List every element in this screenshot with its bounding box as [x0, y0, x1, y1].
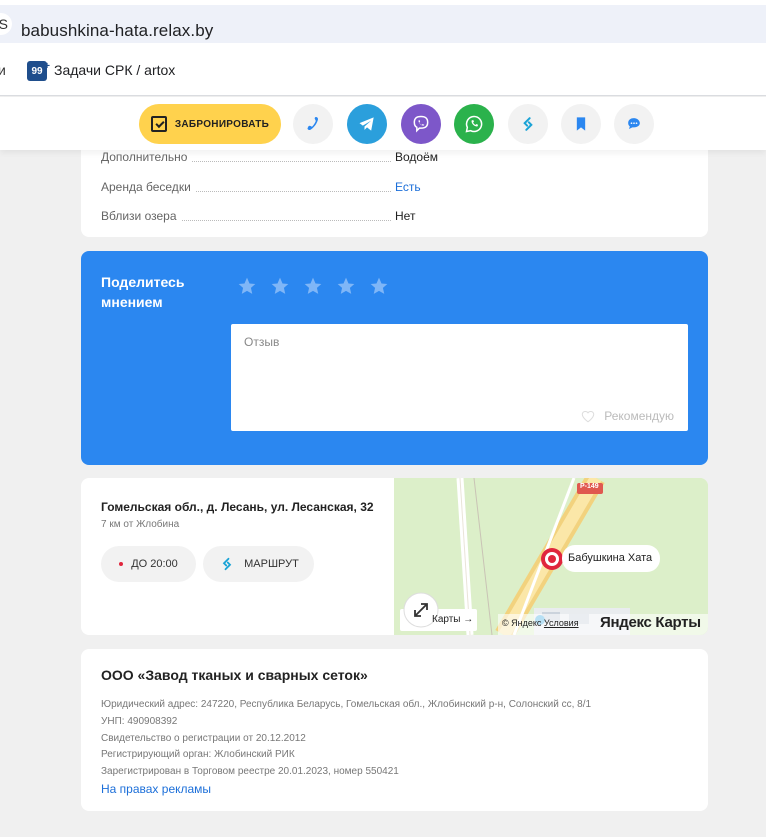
chat-icon [628, 118, 640, 129]
company-name: ООО «Завод тканых и сварных сеток» [101, 667, 368, 683]
location-card: Гомельская обл., д. Лесань, ул. Лесанска… [81, 478, 708, 635]
yandex-maps-logo: Яндекс Карты [600, 614, 701, 631]
route-button[interactable]: МАРШРУТ [203, 546, 314, 582]
opening-hours-text: ДО 20:00 [131, 558, 178, 570]
route-icon [222, 557, 232, 571]
phone-button[interactable] [293, 104, 333, 144]
detail-value-link[interactable]: Есть [395, 180, 421, 194]
url-field[interactable]: S babushkina-hata.relax.by [0, 5, 766, 43]
action-bar: ЗАБРОНИРОВАТЬ [0, 97, 766, 150]
book-button[interactable]: ЗАБРОНИРОВАТЬ [139, 104, 281, 144]
chat-button[interactable] [614, 104, 654, 144]
bookmark-favicon-text: 99 [31, 66, 43, 77]
rating-stars [237, 276, 389, 296]
site-info-icon[interactable]: S [0, 13, 12, 35]
map-canvas [394, 478, 708, 635]
whatsapp-button[interactable] [454, 104, 494, 144]
detail-row: Вблизи озера Нет [101, 209, 691, 225]
bookmark-icon [576, 117, 586, 131]
map-terms-link[interactable]: Условия [544, 618, 579, 628]
star-icon[interactable] [303, 276, 323, 296]
company-card: ООО «Завод тканых и сварных сеток» Юриди… [81, 649, 708, 811]
telegram-button[interactable] [347, 104, 387, 144]
book-button-label: ЗАБРОНИРОВАТЬ [174, 118, 270, 130]
star-icon[interactable] [237, 276, 257, 296]
whatsapp-icon [465, 115, 483, 133]
star-icon[interactable] [336, 276, 356, 296]
route-link-icon [523, 117, 533, 131]
map-copyright-text: © Яндекс [502, 618, 542, 628]
road-label: Р-149 [580, 483, 599, 490]
viber-icon [413, 115, 429, 133]
place-label[interactable]: Бабушкина Хата [568, 552, 652, 564]
heart-icon [581, 411, 595, 423]
opening-hours-badge[interactable]: ДО 20:00 [101, 546, 196, 582]
review-textarea[interactable]: Отзыв Рекомендую [231, 324, 688, 431]
detail-row: Дополнительно Водоём [101, 150, 691, 166]
star-icon[interactable] [270, 276, 290, 296]
detail-value: Нет [395, 209, 416, 223]
bookmark-button[interactable] [561, 104, 601, 144]
detail-key: Аренда беседки [101, 180, 195, 194]
review-card: Поделитесь мнением Отзыв Рекомендую [81, 251, 708, 465]
viber-button[interactable] [401, 104, 441, 144]
distance-text: 7 км от Жлобина [101, 519, 180, 530]
bookmark-truncated[interactable]: и [0, 62, 6, 78]
bookmarks-bar: и 99 + Задачи СРК / artox [0, 48, 766, 96]
bookmark-favicon-icon: 99 + [27, 61, 50, 81]
route-link-button[interactable] [508, 104, 548, 144]
map-copyright: © Яндекс Условия [502, 618, 579, 628]
company-info-line: Юридический адрес: 247220, Республика Бе… [101, 699, 592, 710]
detail-row: Аренда беседки Есть [101, 180, 691, 196]
review-placeholder: Отзыв [244, 335, 280, 349]
telegram-icon [359, 117, 374, 131]
phone-icon [307, 117, 318, 131]
bookmark-tasks[interactable]: Задачи СРК / artox [54, 62, 175, 78]
detail-value: Водоём [395, 150, 439, 164]
advertising-link[interactable]: На правах рекламы [101, 782, 211, 796]
company-info-line: Регистрирующий орган: Жлобинский РИК [101, 749, 295, 760]
detail-key: Вблизи озера [101, 209, 181, 223]
company-info-line: Свидетельство о регистрации от 20.12.201… [101, 733, 306, 744]
recommend-toggle[interactable]: Рекомендую [580, 409, 674, 423]
company-info-line: УНП: 490908392 [101, 716, 178, 727]
address-bar: S babushkina-hata.relax.by [0, 0, 766, 48]
recommend-label: Рекомендую [604, 409, 674, 423]
url-text[interactable]: babushkina-hata.relax.by [21, 21, 213, 41]
open-maps-link[interactable]: Карты → [432, 614, 473, 625]
map[interactable]: Р-149 Бабушкина Хата Карты → © Яндекс Ус… [394, 478, 708, 635]
address-text: Гомельская обл., д. Лесань, ул. Лесанска… [101, 500, 374, 514]
route-label: МАРШРУТ [244, 558, 299, 570]
company-info-line: Зарегистрирован в Торговом реестре 20.01… [101, 766, 399, 777]
detail-key: Дополнительно [101, 150, 192, 164]
calendar-check-icon [150, 116, 167, 132]
review-title: Поделитесь мнением [101, 274, 185, 310]
status-dot-icon [119, 562, 124, 566]
star-icon[interactable] [369, 276, 389, 296]
